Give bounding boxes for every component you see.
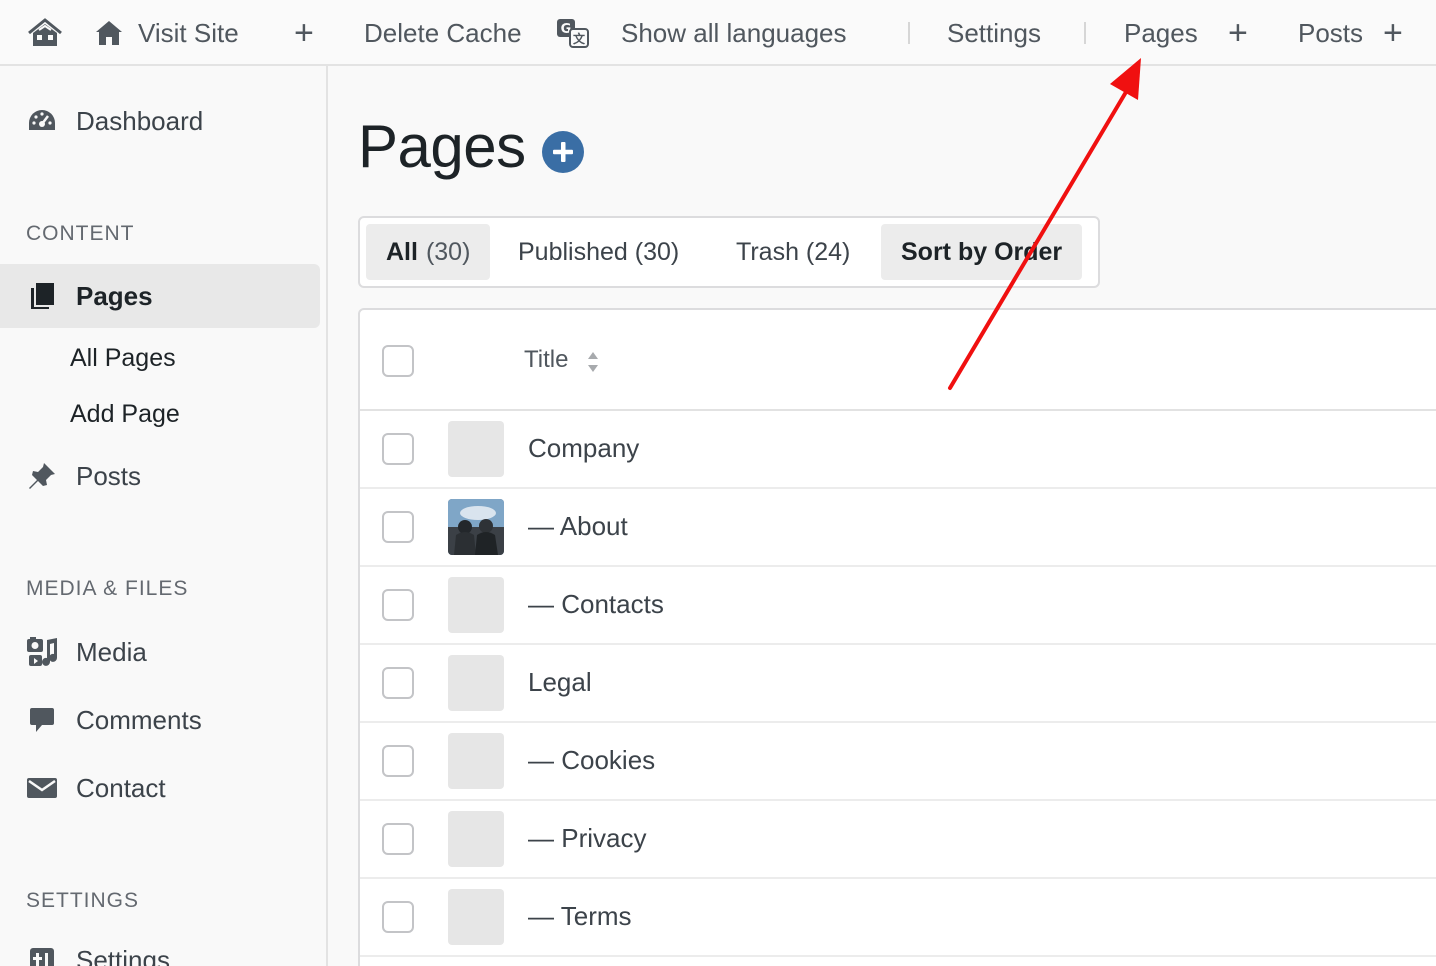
table-header: Title bbox=[360, 310, 1436, 411]
row-title[interactable]: Legal bbox=[528, 667, 592, 698]
row-title[interactable]: — Cookies bbox=[528, 745, 655, 776]
new-content-plus-icon[interactable]: + bbox=[294, 0, 314, 66]
filter-all-label: All bbox=[386, 237, 418, 266]
dashboard-icon bbox=[26, 105, 58, 137]
table-row[interactable]: Company bbox=[360, 411, 1436, 489]
page-thumbnail bbox=[448, 811, 504, 867]
table-row[interactable]: — Terms bbox=[360, 879, 1436, 957]
add-page-plus-icon[interactable]: + bbox=[1228, 0, 1248, 66]
sidebar-item-pages[interactable]: Pages bbox=[0, 264, 320, 328]
page-thumbnail bbox=[448, 655, 504, 711]
row-title[interactable]: — Contacts bbox=[528, 589, 664, 620]
row-title[interactable]: Company bbox=[528, 433, 639, 464]
posts-link[interactable]: Posts bbox=[1298, 0, 1363, 66]
media-icon bbox=[26, 636, 58, 668]
sidebar-item-label: Contact bbox=[76, 772, 166, 803]
delete-cache-link[interactable]: Delete Cache bbox=[364, 0, 522, 66]
table-row[interactable]: — Cookies bbox=[360, 723, 1436, 801]
filter-all[interactable]: All (30) bbox=[366, 224, 491, 280]
sidebar-subitem-add-page[interactable]: Add Page bbox=[70, 400, 180, 429]
page-title: Pages bbox=[358, 113, 526, 180]
table-row[interactable]: — Contacts bbox=[360, 567, 1436, 645]
row-title[interactable]: — Privacy bbox=[528, 823, 646, 854]
title-column-header[interactable]: Title bbox=[524, 346, 568, 374]
sidebar-item-contact[interactable]: Contact bbox=[0, 756, 320, 820]
table-row[interactable]: — Privacy bbox=[360, 801, 1436, 879]
pin-icon bbox=[26, 460, 58, 492]
pages-link[interactable]: Pages bbox=[1124, 0, 1198, 66]
envelope-icon bbox=[26, 772, 58, 804]
sort-by-order-button[interactable]: Sort by Order bbox=[881, 224, 1083, 280]
sidebar-item-label: Dashboard bbox=[76, 105, 204, 136]
row-checkbox[interactable] bbox=[382, 823, 414, 855]
toolbar-divider bbox=[1084, 22, 1086, 44]
add-new-page-button[interactable] bbox=[542, 131, 584, 173]
sidebar-item-label: Media bbox=[76, 636, 147, 667]
row-checkbox[interactable] bbox=[382, 589, 414, 621]
show-all-languages-link[interactable]: Show all languages bbox=[621, 0, 847, 66]
table-row[interactable]: Legal bbox=[360, 645, 1436, 723]
my-sites-icon[interactable] bbox=[26, 0, 64, 66]
admin-toolbar: Visit Site + Delete Cache G 文 Show all l… bbox=[0, 0, 1436, 66]
settings-link[interactable]: Settings bbox=[947, 0, 1041, 66]
visit-site-label: Visit Site bbox=[138, 17, 239, 48]
view-filters: All (30) Published (30) Trash (24) Sort … bbox=[358, 216, 1100, 288]
pages-icon bbox=[26, 280, 58, 312]
row-checkbox[interactable] bbox=[382, 511, 414, 543]
sidebar-item-label: Posts bbox=[76, 460, 142, 491]
plus-icon bbox=[553, 142, 573, 162]
home-icon bbox=[94, 19, 124, 47]
toolbar-divider bbox=[908, 22, 910, 44]
sidebar-heading-media: MEDIA & FILES bbox=[26, 577, 189, 600]
row-checkbox[interactable] bbox=[382, 901, 414, 933]
filter-all-count: (30) bbox=[425, 237, 471, 266]
sidebar-subitem-all-pages[interactable]: All Pages bbox=[70, 344, 176, 373]
page-thumbnail bbox=[448, 421, 504, 477]
sidebar-item-posts[interactable]: Posts bbox=[0, 444, 320, 508]
row-checkbox[interactable] bbox=[382, 745, 414, 777]
table-row[interactable]: — About bbox=[360, 489, 1436, 567]
page-thumbnail-photo bbox=[448, 499, 504, 555]
sidebar-item-media[interactable]: Media bbox=[0, 620, 320, 684]
row-checkbox[interactable] bbox=[382, 433, 414, 465]
page-thumbnail bbox=[448, 577, 504, 633]
sidebar-item-comments[interactable]: Comments bbox=[0, 688, 320, 752]
admin-sidebar: Dashboard CONTENT Pages All Pages Add Pa… bbox=[0, 66, 328, 966]
sidebar-heading-settings: SETTINGS bbox=[26, 889, 140, 912]
translate-icon[interactable]: G 文 bbox=[556, 0, 590, 66]
sidebar-item-label: Pages bbox=[76, 280, 153, 311]
row-title[interactable]: — Terms bbox=[528, 901, 632, 932]
comment-icon bbox=[26, 704, 58, 736]
row-checkbox[interactable] bbox=[382, 667, 414, 699]
sidebar-heading-content: CONTENT bbox=[26, 222, 135, 245]
sidebar-item-label: Comments bbox=[76, 704, 202, 735]
select-all-checkbox[interactable] bbox=[382, 345, 414, 377]
sidebar-item-dashboard[interactable]: Dashboard bbox=[0, 89, 320, 153]
filter-trash[interactable]: Trash (24) bbox=[716, 224, 870, 280]
svg-text:文: 文 bbox=[573, 31, 586, 46]
row-title[interactable]: — About bbox=[528, 511, 628, 542]
filter-published[interactable]: Published (30) bbox=[498, 224, 699, 280]
settings-icon bbox=[26, 944, 58, 966]
pages-table: Title Company — About — Contacts Legal —… bbox=[358, 308, 1436, 966]
add-post-plus-icon[interactable]: + bbox=[1383, 0, 1403, 66]
sort-arrows-icon[interactable] bbox=[586, 350, 600, 374]
sidebar-item-label: Settings bbox=[76, 944, 170, 966]
visit-site-link[interactable]: Visit Site bbox=[94, 0, 239, 66]
page-thumbnail bbox=[448, 733, 504, 789]
page-thumbnail bbox=[448, 889, 504, 945]
sidebar-item-settings[interactable]: Settings bbox=[0, 928, 320, 966]
